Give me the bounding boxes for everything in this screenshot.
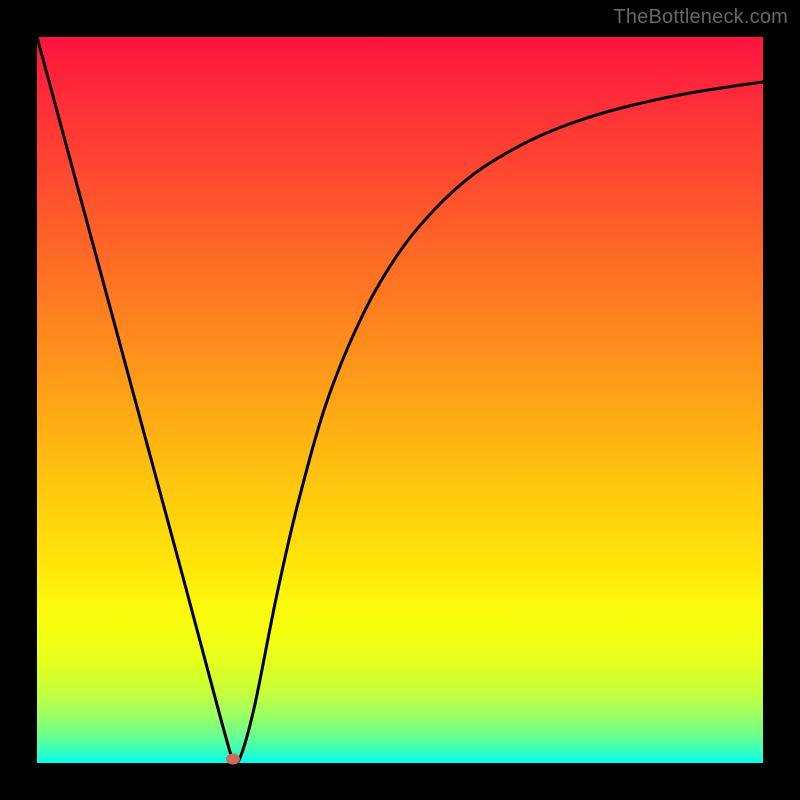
chart-frame: TheBottleneck.com [0,0,800,800]
curve-path [37,37,763,763]
plot-area [37,37,763,763]
chart-curve [37,37,763,763]
minimum-marker [226,754,240,765]
watermark-text: TheBottleneck.com [613,6,788,29]
